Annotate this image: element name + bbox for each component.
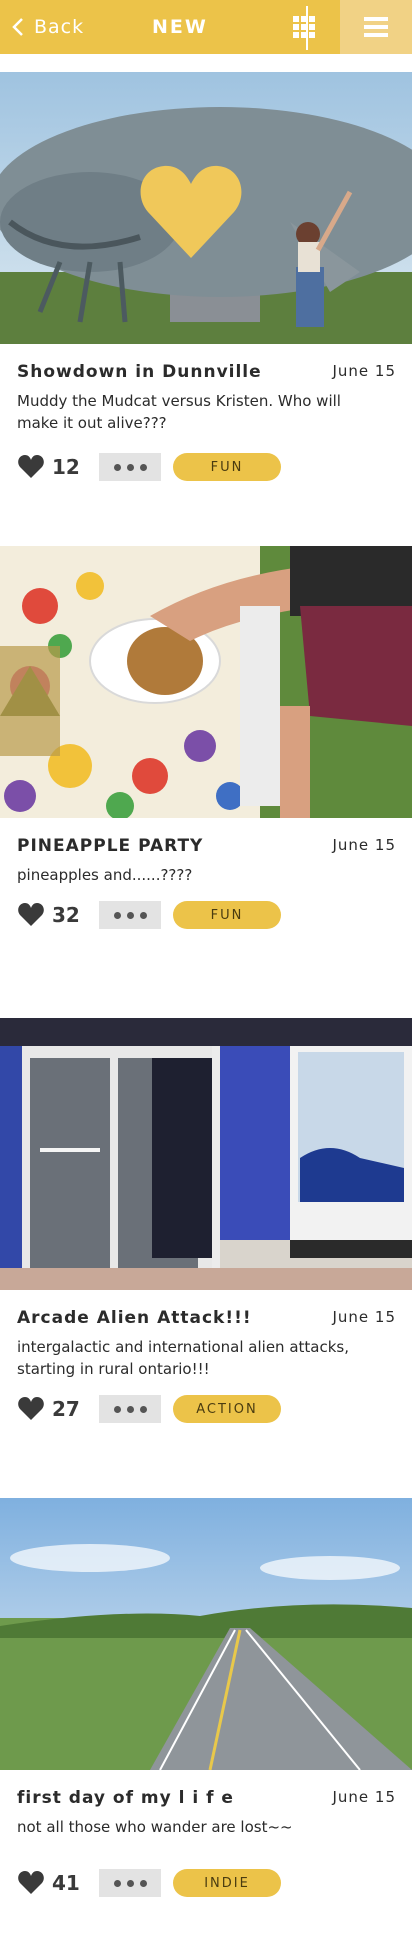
like-count: 27 [52, 1397, 80, 1421]
more-dot-icon [113, 1405, 121, 1413]
post-photo-arcade[interactable] [0, 1018, 412, 1290]
grid-view-button[interactable] [272, 0, 336, 54]
post-title[interactable]: first day of my l i f e [17, 1788, 234, 1808]
post-tag[interactable]: FUN [173, 453, 281, 481]
more-dot-icon [113, 1879, 121, 1887]
post-description: not all those who wander are lost~~ [17, 1818, 293, 1836]
more-dot-icon [139, 463, 147, 471]
post-title[interactable]: Arcade Alien Attack!!! [17, 1308, 252, 1328]
more-options-button[interactable] [99, 1869, 161, 1897]
more-dot-icon [126, 463, 134, 471]
hamburger-menu-icon [364, 17, 388, 37]
like-button[interactable] [18, 903, 44, 927]
more-dot-icon [113, 911, 121, 919]
back-button[interactable]: Back [12, 0, 84, 54]
post-description: Muddy the Mudcat versus Kristen. Who wil… [17, 392, 341, 432]
post-date: June 15 [332, 1788, 396, 1806]
post-card[interactable]: PINEAPPLE PARTY June 15 pineapples and..… [0, 546, 412, 966]
post-card[interactable]: Showdown in Dunnville June 15 Muddy the … [0, 72, 412, 492]
more-dot-icon [113, 463, 121, 471]
top-bar: Back NEW [0, 0, 412, 54]
heart-overlay-icon[interactable] [140, 162, 242, 260]
post-title[interactable]: Showdown in Dunnville [17, 362, 262, 382]
like-button[interactable] [18, 1871, 44, 1895]
menu-button[interactable] [340, 0, 412, 54]
post-photo-road[interactable] [0, 1498, 412, 1770]
more-options-button[interactable] [99, 1395, 161, 1423]
like-button[interactable] [18, 455, 44, 479]
post-actions: 41 INDIE [18, 1868, 281, 1898]
post-tag[interactable]: ACTION [173, 1395, 281, 1423]
page-title: NEW [152, 16, 208, 38]
grid-icon [293, 16, 315, 38]
post-card[interactable]: first day of my l i f e June 15 not all … [0, 1498, 412, 1918]
heart-icon [18, 1871, 44, 1894]
post-photo-catfish[interactable] [0, 72, 412, 344]
post-actions: 27 ACTION [18, 1394, 281, 1424]
chevron-left-icon [12, 18, 23, 36]
post-photo-pineapple[interactable] [0, 546, 412, 818]
more-dot-icon [126, 1879, 134, 1887]
post-description: intergalactic and international alien at… [17, 1338, 349, 1378]
like-count: 12 [52, 455, 80, 479]
post-description: pineapples and......???? [17, 866, 193, 884]
post-tag[interactable]: FUN [173, 901, 281, 929]
heart-icon [18, 1397, 44, 1420]
more-options-button[interactable] [99, 453, 161, 481]
post-tag[interactable]: INDIE [173, 1869, 281, 1897]
heart-icon [18, 455, 44, 478]
back-label: Back [34, 16, 85, 38]
header-divider [306, 6, 308, 50]
like-button[interactable] [18, 1397, 44, 1421]
post-actions: 12 FUN [18, 452, 281, 482]
more-options-button[interactable] [99, 901, 161, 929]
more-dot-icon [139, 911, 147, 919]
post-card[interactable]: Arcade Alien Attack!!! June 15 intergala… [0, 1018, 412, 1438]
more-dot-icon [139, 1879, 147, 1887]
post-date: June 15 [332, 1308, 396, 1326]
heart-icon [18, 903, 44, 926]
post-title[interactable]: PINEAPPLE PARTY [17, 836, 203, 856]
post-date: June 15 [332, 362, 396, 380]
more-dot-icon [139, 1405, 147, 1413]
post-date: June 15 [332, 836, 396, 854]
more-dot-icon [126, 911, 134, 919]
more-dot-icon [126, 1405, 134, 1413]
post-actions: 32 FUN [18, 900, 281, 930]
like-count: 32 [52, 903, 80, 927]
like-count: 41 [52, 1871, 80, 1895]
